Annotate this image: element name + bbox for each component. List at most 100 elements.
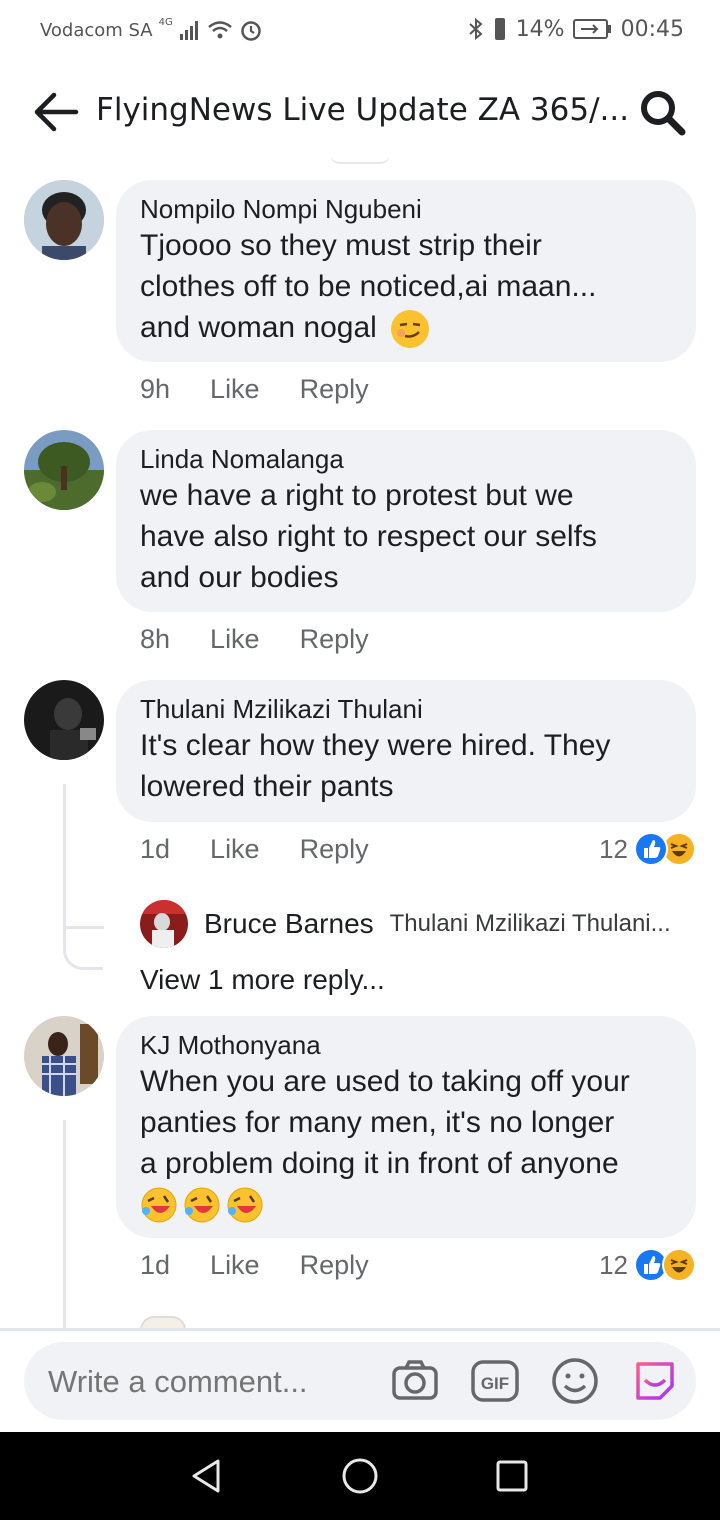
avatar[interactable] bbox=[24, 180, 104, 260]
comment-text-line: we have a right to protest but we bbox=[140, 479, 574, 512]
comment-text-line: lowered their pants bbox=[140, 770, 394, 803]
smirk-emoji bbox=[391, 310, 430, 349]
avatar-image bbox=[24, 430, 104, 510]
header: FlyingNews Live Update ZA 365/... bbox=[0, 70, 720, 154]
comment-text-line: When you are used to taking off your bbox=[140, 1065, 630, 1098]
avatar-image bbox=[24, 680, 104, 760]
rofl-emoji bbox=[226, 1186, 264, 1224]
signal-icon bbox=[179, 21, 198, 40]
comment-meta: 1d Like Reply bbox=[140, 1250, 369, 1281]
comment-author[interactable]: Linda Nomalanga bbox=[140, 444, 672, 475]
status-bar: Vodacom SA 4G 14% 00:45 bbox=[0, 0, 720, 62]
haha-reaction-icon bbox=[662, 1248, 696, 1282]
reaction-count: 12 bbox=[599, 1249, 628, 1280]
clock: 00:45 bbox=[620, 16, 684, 42]
like-reaction-icon bbox=[634, 832, 668, 866]
comment-composer[interactable]: GIF bbox=[24, 1342, 696, 1420]
previous-comment-edge bbox=[330, 154, 390, 164]
search-button[interactable] bbox=[638, 88, 688, 138]
like-button[interactable]: Like bbox=[210, 374, 260, 405]
back-button[interactable] bbox=[30, 88, 82, 136]
comment-meta: 1d Like Reply bbox=[140, 834, 369, 865]
reply-button[interactable]: Reply bbox=[300, 374, 369, 405]
reply-button[interactable]: Reply bbox=[300, 1250, 369, 1281]
triangle-back-icon bbox=[192, 1459, 220, 1493]
composer-divider bbox=[0, 1328, 720, 1331]
comment-author[interactable]: Nompilo Nompi Ngubeni bbox=[140, 194, 672, 225]
arrow-left-icon bbox=[34, 92, 79, 132]
square-recents-icon bbox=[496, 1460, 528, 1492]
comment-text-line: It's clear how they were hired. They bbox=[140, 729, 611, 762]
nav-recents-button[interactable] bbox=[492, 1456, 532, 1496]
comment-text-line: and our bodies bbox=[140, 561, 339, 594]
comment-bubble[interactable]: KJ Mothonyana When you are used to takin… bbox=[116, 1016, 696, 1238]
nav-home-button[interactable] bbox=[340, 1456, 380, 1496]
alarm-icon bbox=[241, 21, 261, 41]
avatar-image bbox=[24, 1016, 104, 1096]
comment-author[interactable]: KJ Mothonyana bbox=[140, 1030, 672, 1061]
status-left: Vodacom SA 4G bbox=[40, 16, 263, 42]
comment-text-line: a problem doing it in front of anyone bbox=[140, 1147, 619, 1180]
comment-text-fragment: and woman nogal bbox=[140, 311, 377, 344]
reply-button[interactable]: Reply bbox=[300, 624, 369, 655]
comment-bubble[interactable]: Nompilo Nompi Ngubeni Tjoooo so they mus… bbox=[116, 180, 696, 362]
rofl-emoji bbox=[183, 1186, 221, 1224]
avatar-image bbox=[24, 180, 104, 260]
reaction-summary[interactable]: 12 bbox=[599, 832, 696, 866]
battery-percent: 14% bbox=[515, 16, 565, 42]
comment-meta: 8h Like Reply bbox=[140, 624, 369, 655]
gif-button[interactable]: GIF bbox=[470, 1356, 520, 1406]
thread-connector bbox=[63, 1120, 66, 1330]
comment-time[interactable]: 1d bbox=[140, 1250, 170, 1281]
comment-time[interactable]: 9h bbox=[140, 374, 170, 405]
comment-text-line: have also right to respect our selfs bbox=[140, 520, 597, 553]
comment-input[interactable] bbox=[48, 1364, 378, 1400]
status-right: 14% 00:45 bbox=[468, 16, 684, 42]
reply-snippet: Thulani Mzilikazi Thulani... bbox=[389, 910, 671, 937]
camera-button[interactable] bbox=[390, 1356, 440, 1406]
comment-text-line: clothes off to be noticed,ai maan... bbox=[140, 270, 597, 303]
avatar[interactable] bbox=[140, 900, 188, 948]
nav-back-button[interactable] bbox=[186, 1456, 226, 1496]
comment-bubble[interactable]: Linda Nomalanga we have a right to prote… bbox=[116, 430, 696, 612]
svg-text:GIF: GIF bbox=[481, 1374, 509, 1393]
avatar[interactable] bbox=[24, 430, 104, 510]
rofl-emoji bbox=[140, 1186, 178, 1224]
camera-icon bbox=[392, 1360, 438, 1400]
network-type: 4G bbox=[158, 16, 173, 28]
comment-bubble[interactable]: Thulani Mzilikazi Thulani It's clear how… bbox=[116, 680, 696, 822]
reply-author[interactable]: Bruce Barnes bbox=[204, 908, 374, 940]
wifi-icon bbox=[207, 21, 232, 39]
comment-text-line: Tjoooo so they must strip their bbox=[140, 229, 542, 262]
system-nav-bar bbox=[0, 1432, 720, 1520]
avatar-image bbox=[140, 900, 188, 948]
bluetooth-icon bbox=[469, 17, 483, 41]
reaction-count: 12 bbox=[599, 833, 628, 864]
like-button[interactable]: Like bbox=[210, 834, 260, 865]
emoji-button[interactable] bbox=[550, 1356, 600, 1406]
like-button[interactable]: Like bbox=[210, 1250, 260, 1281]
view-more-replies-link[interactable]: View 1 more reply... bbox=[140, 964, 385, 996]
page-title: FlyingNews Live Update ZA 365/... bbox=[96, 92, 630, 128]
comment-time[interactable]: 1d bbox=[140, 834, 170, 865]
avatar[interactable] bbox=[24, 1016, 104, 1096]
reply-preview[interactable]: Bruce Barnes Thulani Mzilikazi Thulani..… bbox=[140, 900, 671, 948]
like-button[interactable]: Like bbox=[210, 624, 260, 655]
carrier-name: Vodacom SA bbox=[40, 19, 153, 41]
smile-icon bbox=[552, 1358, 598, 1404]
thread-connector-branch bbox=[66, 926, 104, 929]
comment-meta: 9h Like Reply bbox=[140, 374, 369, 405]
thread-connector bbox=[63, 784, 103, 970]
sticker-button[interactable] bbox=[630, 1356, 680, 1406]
gif-icon: GIF bbox=[471, 1360, 519, 1402]
comment-author[interactable]: Thulani Mzilikazi Thulani bbox=[140, 694, 672, 725]
vibrate-icon bbox=[494, 18, 505, 40]
comment-text-line: and woman nogal bbox=[140, 307, 672, 349]
reply-button[interactable]: Reply bbox=[300, 834, 369, 865]
sticker-icon bbox=[636, 1362, 674, 1400]
reaction-summary[interactable]: 12 bbox=[599, 1248, 696, 1282]
avatar[interactable] bbox=[24, 680, 104, 760]
comment-time[interactable]: 8h bbox=[140, 624, 170, 655]
circle-home-icon bbox=[342, 1458, 378, 1494]
comment-text-line: panties for many men, it's no longer bbox=[140, 1106, 615, 1139]
